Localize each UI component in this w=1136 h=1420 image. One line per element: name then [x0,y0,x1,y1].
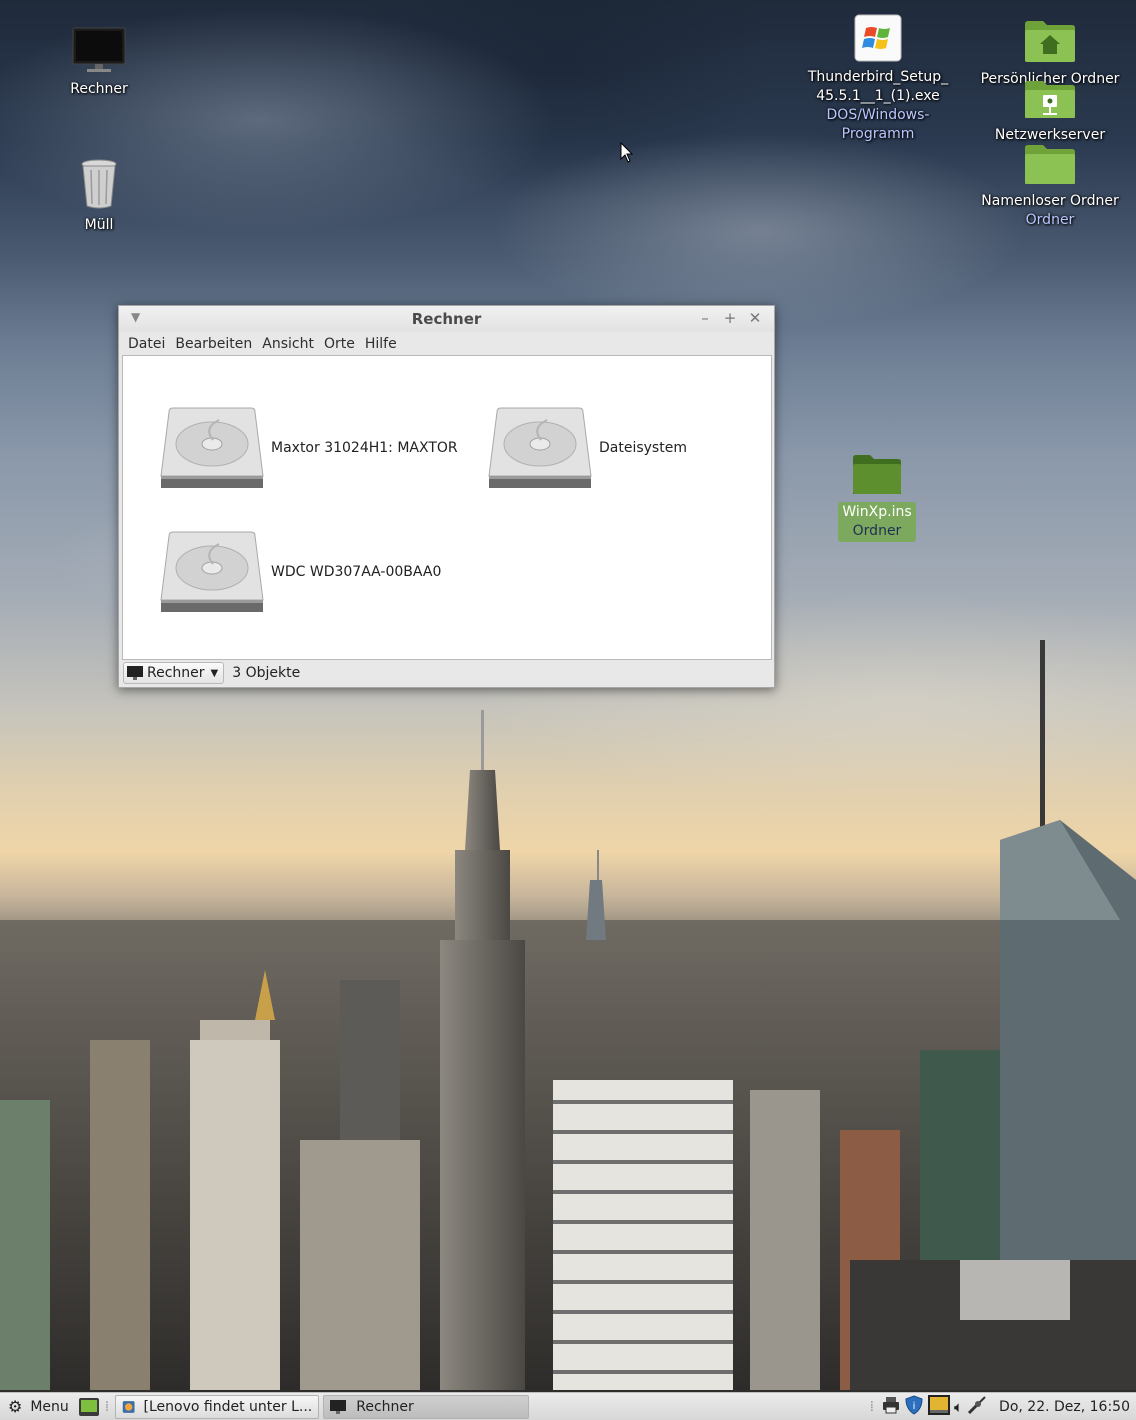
desktop-icon-unnamed-folder[interactable]: Namenloser Ordner Ordner [972,144,1128,230]
desktop-icon-thunderbird-setup[interactable]: Thunderbird_Setup_ 45.5.1__1_(1).exe DOS… [800,14,956,144]
gear-icon: ⚙ [8,1397,23,1416]
monitor-icon [72,27,126,72]
desktop-icon-network-server[interactable]: Netzwerkserver [972,80,1128,145]
network-disconnected-icon[interactable] [967,1395,989,1419]
mouse-cursor-icon [620,142,634,163]
window-titlebar[interactable]: ▼ Rechner – + ✕ [119,306,774,332]
desktop-icon-type-line2: Programm [841,126,915,142]
desktop-icon-type: Ordner [852,523,902,539]
maximize-icon[interactable]: + [721,309,739,327]
trash-icon [81,159,117,209]
menu-hilfe[interactable]: Hilfe [360,336,402,352]
drive-item-maxtor[interactable]: Maxtor 31024H1: MAXTOR [159,406,458,490]
home-folder-icon [1025,21,1075,62]
drive-label: Maxtor 31024H1: MAXTOR [271,440,458,456]
file-manager-window[interactable]: ▼ Rechner – + ✕ Datei Bearbeiten Ansicht… [118,305,775,688]
start-menu-label: Menu [30,1398,69,1415]
network-monitor-icon[interactable] [928,1395,951,1419]
wallpaper-skyline [0,640,1136,1390]
hard-drive-icon [488,407,592,488]
desktop-icon-rechner[interactable]: Rechner [56,26,142,99]
folder-icon [853,455,901,494]
separator-icon: ⁞ [869,1399,875,1415]
task-button-lenovo[interactable]: [Lenovo findet unter L... [115,1394,320,1419]
show-desktop-button[interactable] [78,1395,99,1419]
desktop-icon-type-line1: DOS/Windows- [826,107,930,123]
close-icon[interactable]: ✕ [746,309,764,327]
task-label: [Lenovo findet unter L... [143,1398,313,1415]
separator-icon: ⁞ [104,1398,110,1415]
update-shield-icon[interactable]: i [904,1395,924,1419]
chevron-down-icon: ▼ [210,667,219,679]
network-folder-icon [1025,81,1075,118]
volume-icon[interactable]: 🔈︎ [954,1398,963,1416]
location-label: Rechner [147,665,205,681]
hard-drive-icon [160,531,264,612]
hard-drive-icon [160,407,264,488]
file-view[interactable]: Maxtor 31024H1: MAXTOR Dateisystem WDC W… [122,355,772,660]
desktop-icon-label: Müll [84,217,114,233]
desktop-icon-home-folder[interactable]: Persönlicher Ordner [972,18,1128,89]
monitor-icon [127,666,143,680]
menu-orte[interactable]: Orte [319,336,360,352]
drive-label: WDC WD307AA-00BAA0 [271,564,442,580]
desktop-icon-type: Ordner [1025,212,1075,228]
system-tray: ⁞ i 🔈︎ Do, 22. Dez, 16:50 [870,1395,1130,1419]
menubar: Datei Bearbeiten Ansicht Orte Hilfe [119,332,774,355]
monitor-icon [330,1399,347,1414]
desktop-icon-label: Namenloser Ordner [981,193,1119,209]
start-menu-button[interactable]: ⚙ Menu [0,1395,75,1419]
desktop-icon-label-line2: 45.5.1__1_(1).exe [816,88,940,104]
statusbar: Rechner ▼ 3 Objekte [119,659,774,687]
desktop-icon-label: Rechner [70,81,128,97]
drive-item-dateisystem[interactable]: Dateisystem [487,406,687,490]
desktop-icon-label: Netzwerkserver [994,127,1106,143]
svg-text:i: i [913,1401,916,1412]
desktop-icon-label: WinXp.ins [842,504,912,520]
task-button-rechner[interactable]: Rechner [323,1394,530,1419]
desktop-icon [78,1397,99,1416]
menu-ansicht[interactable]: Ansicht [257,336,319,352]
menu-datei[interactable]: Datei [123,336,170,352]
minimize-icon[interactable]: – [696,309,714,327]
task-label: Rechner [356,1398,414,1415]
browser-icon [122,1400,135,1413]
location-dropdown[interactable]: Rechner ▼ [123,662,225,684]
taskbar: ⚙ Menu ⁞ [Lenovo findet unter L... Rechn… [0,1392,1136,1420]
drive-item-wdc[interactable]: WDC WD307AA-00BAA0 [159,530,441,614]
desktop-icon-muell[interactable]: Müll [56,158,142,235]
folder-icon [1025,145,1075,184]
desktop-icon-winxp-folder[interactable]: WinXp.ins Ordner [820,454,934,542]
windows-exe-icon [854,14,902,62]
printer-icon[interactable] [882,1396,900,1418]
window-title: Rechner [411,310,482,328]
desktop-icon-label-line1: Thunderbird_Setup_ [807,69,949,85]
clock[interactable]: Do, 22. Dez, 16:50 [999,1399,1130,1415]
menu-bearbeiten[interactable]: Bearbeiten [170,336,257,352]
drive-label: Dateisystem [599,440,687,456]
item-count: 3 Objekte [232,665,301,681]
